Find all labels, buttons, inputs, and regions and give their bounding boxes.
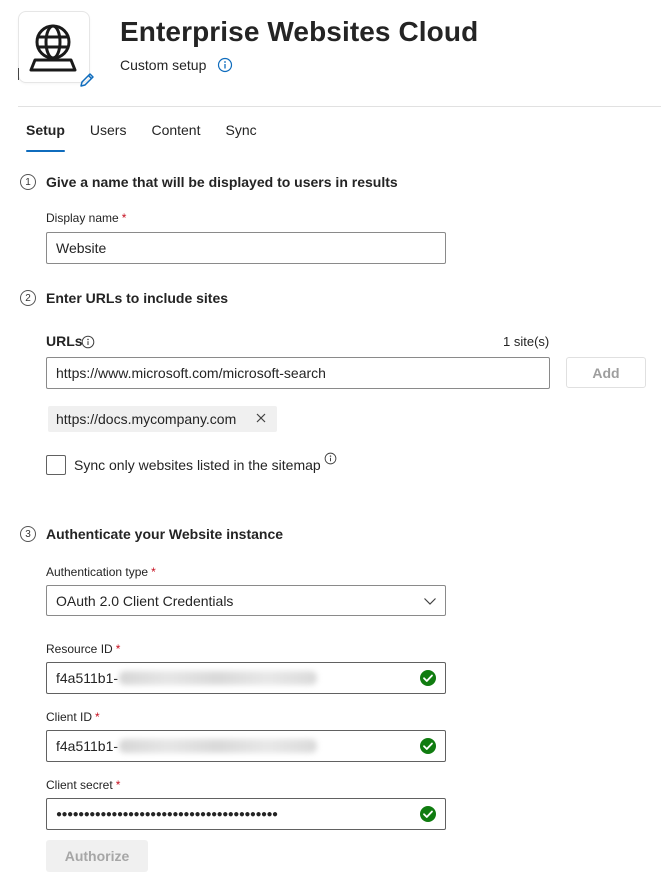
url-chip: https://docs.mycompany.com [48, 406, 277, 432]
step-number-1: 1 [20, 174, 36, 190]
required-asterisk: * [121, 211, 127, 225]
checkmark-circle-icon [420, 670, 436, 686]
display-name-label: Display name * [46, 211, 127, 225]
resource-id-label: Resource ID * [46, 642, 121, 656]
display-name-input[interactable]: Website [46, 232, 446, 264]
client-secret-input[interactable]: ●●●●●●●●●●●●●●●●●●●●●●●●●●●●●●●●●●●●●●●● [46, 798, 446, 830]
step-number-2: 2 [20, 290, 36, 306]
url-input[interactable]: https://www.microsoft.com/microsoft-sear… [46, 357, 550, 389]
tab-bar: Setup Users Content Sync [26, 122, 282, 152]
required-asterisk: * [115, 642, 121, 656]
close-icon[interactable] [255, 412, 267, 424]
logo-marker [18, 68, 19, 80]
required-asterisk: * [151, 565, 156, 579]
redacted-value [119, 671, 318, 685]
client-id-input[interactable]: f4a511b1- [46, 730, 446, 762]
resource-id-input[interactable]: f4a511b1- [46, 662, 446, 694]
tab-users[interactable]: Users [90, 122, 127, 146]
client-id-label: Client ID * [46, 710, 100, 724]
header-divider [18, 106, 661, 107]
globe-laptop-icon [29, 24, 77, 72]
step-title-1: Give a name that will be displayed to us… [46, 174, 398, 190]
tab-setup[interactable]: Setup [26, 122, 65, 152]
redacted-value [119, 739, 318, 753]
required-asterisk: * [115, 778, 121, 792]
checkmark-circle-icon [420, 806, 436, 822]
page-title: Enterprise Websites Cloud [120, 16, 479, 47]
url-chip-label: https://docs.mycompany.com [56, 411, 237, 427]
info-icon[interactable] [324, 452, 337, 465]
sitemap-checkbox[interactable] [46, 455, 66, 475]
authorize-button[interactable]: Authorize [46, 840, 148, 872]
auth-type-value: OAuth 2.0 Client Credentials [56, 592, 234, 609]
info-icon[interactable] [81, 335, 95, 349]
auth-type-dropdown[interactable]: OAuth 2.0 Client Credentials [46, 585, 446, 616]
urls-label: URLs [46, 333, 83, 349]
required-asterisk: * [95, 710, 100, 724]
tab-content[interactable]: Content [151, 122, 200, 146]
page-subtitle: Custom setup [120, 57, 207, 73]
site-count: 1 site(s) [503, 334, 550, 349]
step-number-3: 3 [20, 526, 36, 542]
step-title-3: Authenticate your Website instance [46, 526, 284, 542]
auth-type-label: Authentication type * [46, 565, 156, 579]
chevron-down-icon [424, 598, 436, 605]
step-title-2: Enter URLs to include sites [46, 290, 229, 306]
client-secret-label: Client secret * [46, 778, 121, 792]
info-icon[interactable] [217, 57, 233, 73]
checkmark-circle-icon [420, 738, 436, 754]
sitemap-checkbox-label[interactable]: Sync only websites listed in the sitemap [74, 457, 321, 473]
tab-sync[interactable]: Sync [226, 122, 257, 146]
pencil-icon[interactable] [78, 71, 96, 89]
add-url-button[interactable]: Add [566, 357, 646, 388]
